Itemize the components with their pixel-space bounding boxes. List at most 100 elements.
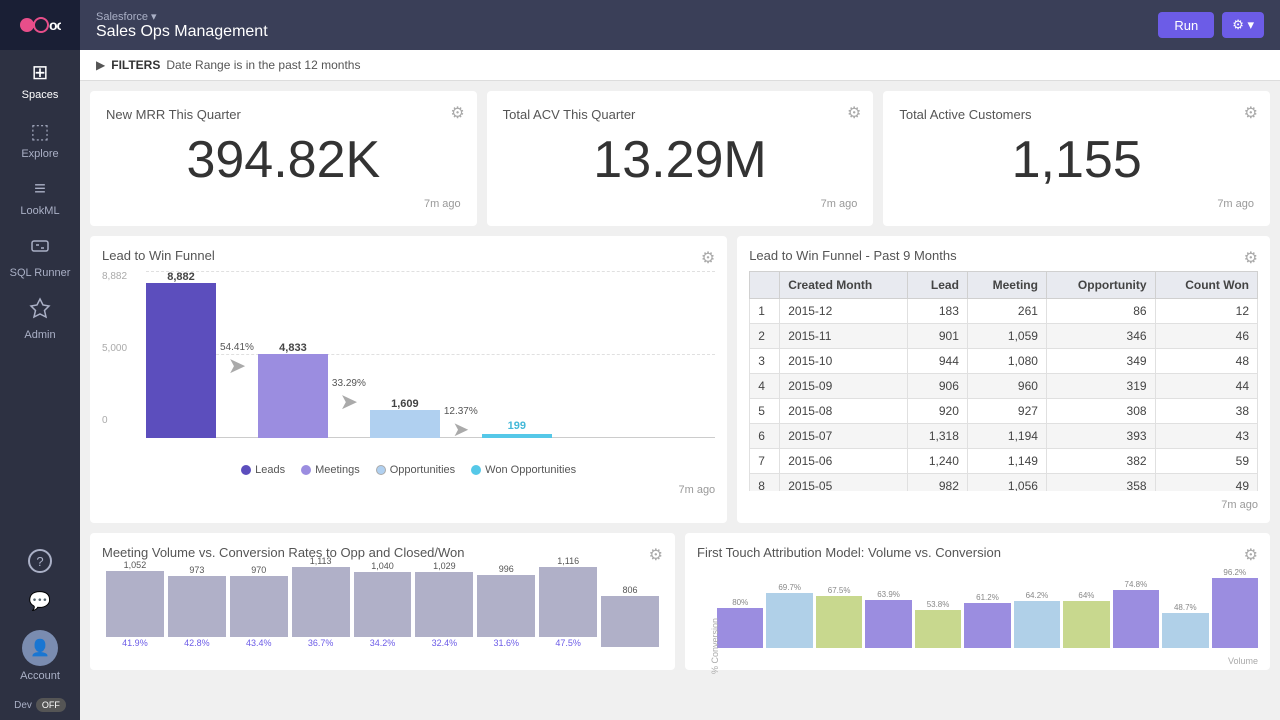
col-num — [750, 272, 780, 299]
meeting-bar-rect — [106, 571, 164, 637]
active-customers-footer: 7m ago — [899, 198, 1254, 210]
row-lead: 906 — [908, 374, 968, 399]
meeting-bar-pct: 47.5% — [555, 638, 581, 648]
row-num: 6 — [750, 424, 780, 449]
meeting-bar-val: 970 — [251, 565, 266, 575]
row-num: 8 — [750, 474, 780, 492]
row-opportunity: 358 — [1046, 474, 1155, 492]
sidebar-item-admin-label: Admin — [24, 329, 55, 341]
sidebar-item-account[interactable]: 👤 Account — [0, 620, 80, 690]
legend-opps: Opportunities — [376, 464, 455, 476]
y-label-bot: 0 — [102, 415, 142, 426]
lookml-icon: ≡ — [34, 178, 46, 201]
meeting-bar-val: 1,052 — [124, 560, 147, 570]
filter-label: FILTERS — [111, 58, 160, 72]
row-meeting: 1,080 — [967, 349, 1046, 374]
row-num: 1 — [750, 299, 780, 324]
sidebar-item-lookml[interactable]: ≡ LookML — [0, 168, 80, 225]
filter-bar: ▶ FILTERS Date Range is in the past 12 m… — [80, 50, 1280, 81]
run-button[interactable]: Run — [1158, 12, 1214, 38]
row-meeting: 261 — [967, 299, 1046, 324]
sidebar-item-sql-runner[interactable]: SQL Runner — [0, 225, 80, 287]
row-num: 4 — [750, 374, 780, 399]
meetings-bar-label: 4,833 — [279, 342, 307, 354]
legend-opps-label: Opportunities — [390, 464, 455, 476]
sidebar-item-chat[interactable]: 💬 — [0, 581, 80, 620]
arrow3-icon: ➤ — [452, 417, 469, 442]
won-bar — [482, 434, 552, 438]
row-num: 5 — [750, 399, 780, 424]
col-created-month[interactable]: Created Month — [780, 272, 908, 299]
table-row: 4 2015-09 906 960 319 44 — [750, 374, 1258, 399]
funnel-table: Created Month Lead Meeting Opportunity C… — [749, 271, 1258, 491]
meeting-bar-pct: 43.4% — [246, 638, 272, 648]
explore-icon: ⬚ — [31, 119, 50, 144]
metric-total-acv: Total ACV This Quarter ⚙ 13.29M 7m ago — [487, 91, 874, 226]
sidebar-item-admin[interactable]: Admin — [0, 287, 80, 349]
meeting-bar-rect — [601, 596, 659, 647]
funnel-legend: Leads Meetings Opportunities Won Opportu… — [102, 464, 715, 476]
meeting-bar-rect — [415, 572, 473, 637]
meeting-bar-group: 1,029 32.4% — [415, 561, 473, 648]
sidebar-item-spaces[interactable]: ⊞ Spaces — [0, 50, 80, 109]
active-customers-value: 1,155 — [899, 130, 1254, 190]
meeting-bar-group: 1,113 36.7% — [292, 556, 350, 648]
header-left: Salesforce ▾ Sales Ops Management — [96, 10, 268, 41]
attribution-title: First Touch Attribution Model: Volume vs… — [697, 545, 1258, 560]
legend-meetings: Meetings — [301, 464, 360, 476]
sidebar-bottom: ? 💬 👤 Account Dev OFF — [0, 539, 80, 720]
won-bar-label: 199 — [508, 420, 526, 432]
salesforce-dropdown[interactable]: Salesforce ▾ — [96, 10, 268, 23]
total-acv-gear[interactable]: ⚙ — [847, 103, 861, 123]
row-won: 38 — [1155, 399, 1257, 424]
row-won: 44 — [1155, 374, 1257, 399]
sidebar-item-explore-label: Explore — [21, 148, 58, 160]
logo: ooker — [0, 0, 80, 50]
legend-leads-label: Leads — [255, 464, 285, 476]
new-mrr-value: 394.82K — [106, 130, 461, 190]
row-month: 2015-11 — [780, 324, 908, 349]
meeting-bar-group: 1,052 41.9% — [106, 560, 164, 648]
active-customers-gear[interactable]: ⚙ — [1244, 103, 1258, 123]
funnel-table-gear[interactable]: ⚙ — [1244, 248, 1258, 268]
meeting-bar-val: 806 — [623, 585, 638, 595]
settings-button[interactable]: ⚙ ▾ — [1222, 12, 1264, 38]
help-icon: ? — [28, 549, 52, 573]
dev-toggle[interactable]: Dev OFF — [10, 690, 70, 720]
legend-won: Won Opportunities — [471, 464, 576, 476]
col-opportunity[interactable]: Opportunity — [1046, 272, 1155, 299]
row-month: 2015-12 — [780, 299, 908, 324]
legend-won-label: Won Opportunities — [485, 464, 576, 476]
meeting-bar-group: 1,040 34.2% — [354, 561, 412, 648]
filter-chevron[interactable]: ▶ — [96, 58, 105, 72]
row-month: 2015-08 — [780, 399, 908, 424]
meeting-bar-pct: 42.8% — [184, 638, 210, 648]
row-month: 2015-10 — [780, 349, 908, 374]
toggle-off-label[interactable]: OFF — [36, 698, 66, 712]
meeting-bar-rect — [539, 567, 597, 637]
opps-bar-label: 1,609 — [391, 398, 419, 410]
sidebar-item-help[interactable]: ? — [0, 539, 80, 581]
bottom-row: Meeting Volume vs. Conversion Rates to O… — [90, 533, 1270, 670]
meeting-chart: 1,052 41.9% 973 42.8% 970 43.4% 1,113 36… — [102, 568, 663, 648]
meeting-volume-gear[interactable]: ⚙ — [649, 545, 663, 565]
dev-label: Dev — [14, 700, 32, 711]
row-lead: 920 — [908, 399, 968, 424]
col-lead[interactable]: Lead — [908, 272, 968, 299]
legend-leads: Leads — [241, 464, 285, 476]
col-meeting[interactable]: Meeting — [967, 272, 1046, 299]
meeting-bar-group: 973 42.8% — [168, 565, 226, 648]
col-count-won[interactable]: Count Won — [1155, 272, 1257, 299]
row-won: 43 — [1155, 424, 1257, 449]
legend-meetings-label: Meetings — [315, 464, 360, 476]
sidebar-item-explore[interactable]: ⬚ Explore — [0, 109, 80, 168]
new-mrr-gear[interactable]: ⚙ — [450, 103, 464, 123]
funnel-table-footer: 7m ago — [749, 499, 1258, 511]
attribution-gear[interactable]: ⚙ — [1244, 545, 1258, 565]
arrow2-label: 33.29% — [332, 378, 366, 389]
funnel-chart-title: Lead to Win Funnel — [102, 248, 715, 263]
funnel-chart-card: Lead to Win Funnel ⚙ 8,882 5,000 0 — [90, 236, 727, 523]
row-month: 2015-05 — [780, 474, 908, 492]
funnel-chart-gear[interactable]: ⚙ — [701, 248, 715, 268]
meeting-bar-rect — [292, 567, 350, 637]
